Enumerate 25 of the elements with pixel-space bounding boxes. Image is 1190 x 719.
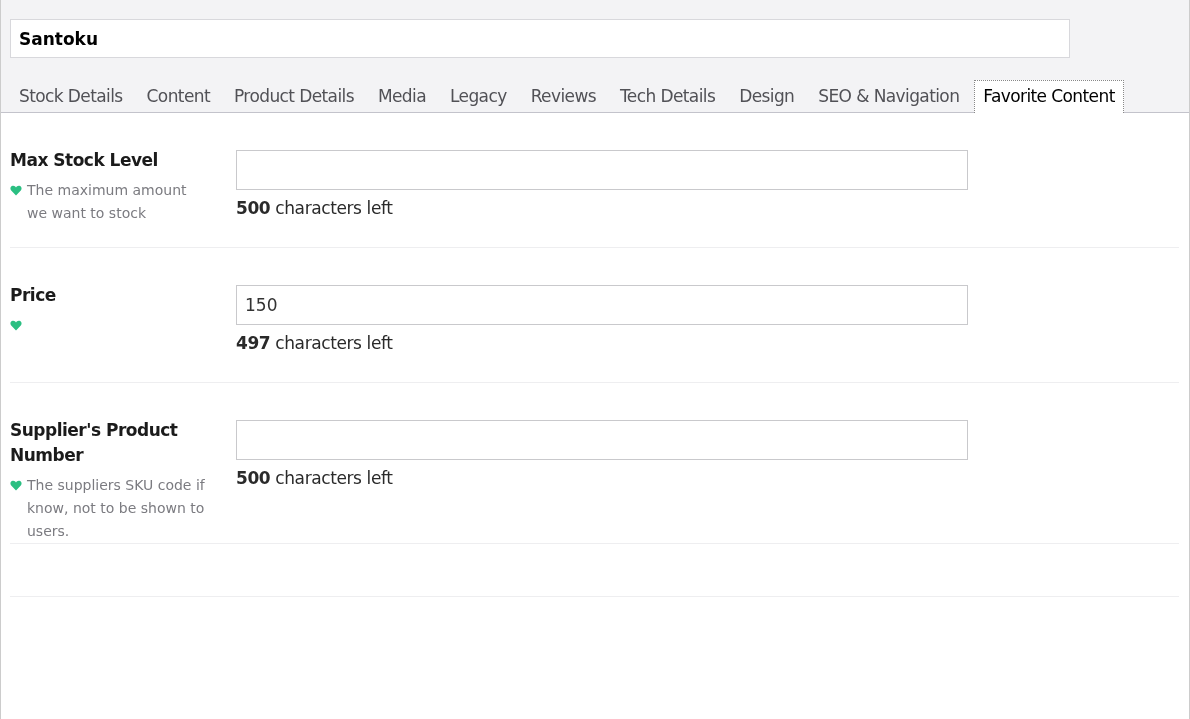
name-input-field[interactable]: Santoku <box>10 19 1070 58</box>
property-label: Max Stock Level <box>10 149 159 172</box>
heart-icon <box>10 320 22 331</box>
tab[interactable]: Favorite Content <box>974 80 1124 113</box>
tab[interactable]: SEO & Navigation <box>809 80 969 112</box>
character-counter: 497 characters left <box>236 333 394 353</box>
tab[interactable]: Legacy <box>440 80 516 112</box>
character-counter: 500 characters left <box>236 198 394 218</box>
tab[interactable]: Content <box>137 80 219 112</box>
tab[interactable]: Product Details <box>225 80 363 112</box>
tab[interactable]: Stock Details <box>10 80 132 112</box>
heart-icon <box>10 480 22 491</box>
text-input-field[interactable] <box>236 150 968 190</box>
tab[interactable]: Design <box>730 80 804 112</box>
text-input-field[interactable]: 150 <box>236 285 968 325</box>
property-label: Supplier's Product Number <box>10 419 179 467</box>
tab[interactable]: Tech Details <box>610 80 725 112</box>
heart-icon <box>10 185 22 196</box>
character-counter: 500 characters left <box>236 468 394 488</box>
property-description: The maximum amount we want to stock <box>27 181 188 223</box>
text-input-field[interactable] <box>236 420 968 460</box>
tab[interactable]: Media <box>368 80 435 112</box>
property-label: Price <box>10 284 57 307</box>
property-description: The suppliers SKU code if know, not to be shown to users. <box>27 476 206 541</box>
tab[interactable]: Reviews <box>521 80 605 112</box>
